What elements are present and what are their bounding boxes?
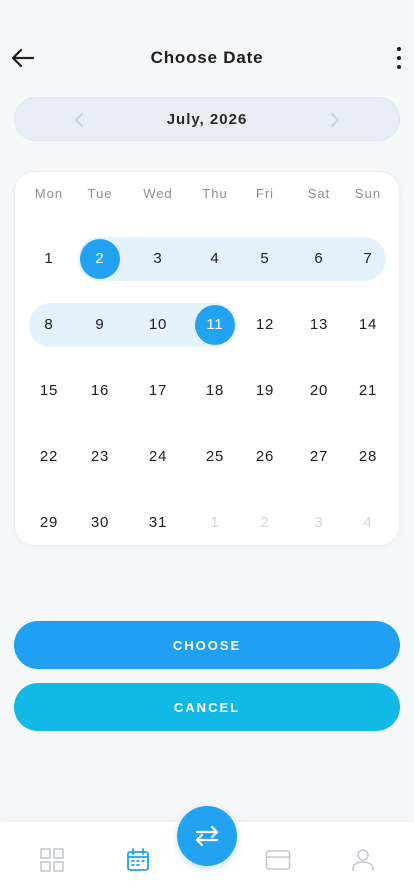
calendar-day[interactable]: 12 xyxy=(245,305,285,345)
calendar-day[interactable]: 4 xyxy=(195,239,235,279)
calendar-day[interactable]: 17 xyxy=(138,371,178,411)
month-navigator: July, 2026 xyxy=(14,97,400,141)
nav-item-cards[interactable] xyxy=(265,847,291,873)
calendar-day[interactable]: 10 xyxy=(138,305,178,345)
calendar-day[interactable]: 24 xyxy=(138,437,178,477)
selected-day[interactable]: 11 xyxy=(195,305,235,345)
outside-month-day[interactable]: 3 xyxy=(299,503,339,543)
swap-arrows-icon xyxy=(195,825,219,847)
calendar-day[interactable]: 30 xyxy=(80,503,120,543)
weekday-sun: Sun xyxy=(354,186,382,201)
calendar-day[interactable]: 25 xyxy=(195,437,235,477)
outside-month-day[interactable]: 1 xyxy=(195,503,235,543)
calendar-day[interactable]: 13 xyxy=(299,305,339,345)
calendar-day[interactable]: 16 xyxy=(80,371,120,411)
cancel-button[interactable]: CANCEL xyxy=(14,683,400,731)
calendar-day[interactable]: 26 xyxy=(245,437,285,477)
weekday-mon: Mon xyxy=(34,186,64,201)
nav-item-profile[interactable] xyxy=(350,847,376,873)
calendar-day[interactable]: 19 xyxy=(245,371,285,411)
calendar-day[interactable]: 29 xyxy=(29,503,69,543)
nav-item-calendar[interactable] xyxy=(125,847,151,873)
calendar-day[interactable]: 1 xyxy=(29,239,69,279)
calendar-day[interactable]: 6 xyxy=(299,239,339,279)
calendar-day[interactable]: 14 xyxy=(348,305,388,345)
page-title: Choose Date xyxy=(150,48,264,67)
grid-icon xyxy=(40,848,64,872)
calendar-day[interactable]: 28 xyxy=(348,437,388,477)
calendar-day[interactable]: 15 xyxy=(29,371,69,411)
calendar-day[interactable]: 21 xyxy=(348,371,388,411)
calendar-day[interactable]: 5 xyxy=(245,239,285,279)
calendar-day[interactable]: 20 xyxy=(299,371,339,411)
card-icon xyxy=(265,850,291,870)
outside-month-day[interactable]: 4 xyxy=(348,503,388,543)
calendar-day[interactable]: 18 xyxy=(195,371,235,411)
calendar-day[interactable]: 23 xyxy=(80,437,120,477)
weekday-thu: Thu xyxy=(202,186,228,201)
outside-month-day[interactable]: 2 xyxy=(245,503,285,543)
weekday-sat: Sat xyxy=(307,186,331,201)
more-vertical-icon xyxy=(397,47,401,69)
swap-button[interactable] xyxy=(177,806,237,866)
nav-item-dashboard[interactable] xyxy=(39,847,65,873)
weekday-header: Mon Tue Wed Thu Fri Sat Sun xyxy=(15,186,401,202)
calendar-day[interactable]: 27 xyxy=(299,437,339,477)
calendar-grid: Mon Tue Wed Thu Fri Sat Sun 1 2 3 4 5 6 7 8 9 10 11 12 13 1… xyxy=(14,171,400,546)
next-month-button[interactable] xyxy=(325,110,345,130)
calendar-day[interactable]: 8 xyxy=(29,305,69,345)
more-options-button[interactable] xyxy=(392,42,406,74)
calendar-icon xyxy=(127,848,149,871)
calendar-day[interactable]: 3 xyxy=(138,239,178,279)
selected-day[interactable]: 2 xyxy=(80,239,120,279)
weekday-fri: Fri xyxy=(255,186,275,201)
weekday-tue: Tue xyxy=(87,186,113,201)
calendar-day[interactable]: 22 xyxy=(29,437,69,477)
chevron-right-icon xyxy=(331,113,339,127)
calendar-day[interactable]: 7 xyxy=(348,239,388,279)
calendar-day[interactable]: 9 xyxy=(80,305,120,345)
user-icon xyxy=(352,849,374,871)
choose-button[interactable]: CHOOSE xyxy=(14,621,400,669)
calendar-day[interactable]: 31 xyxy=(138,503,178,543)
weekday-wed: Wed xyxy=(143,186,173,201)
